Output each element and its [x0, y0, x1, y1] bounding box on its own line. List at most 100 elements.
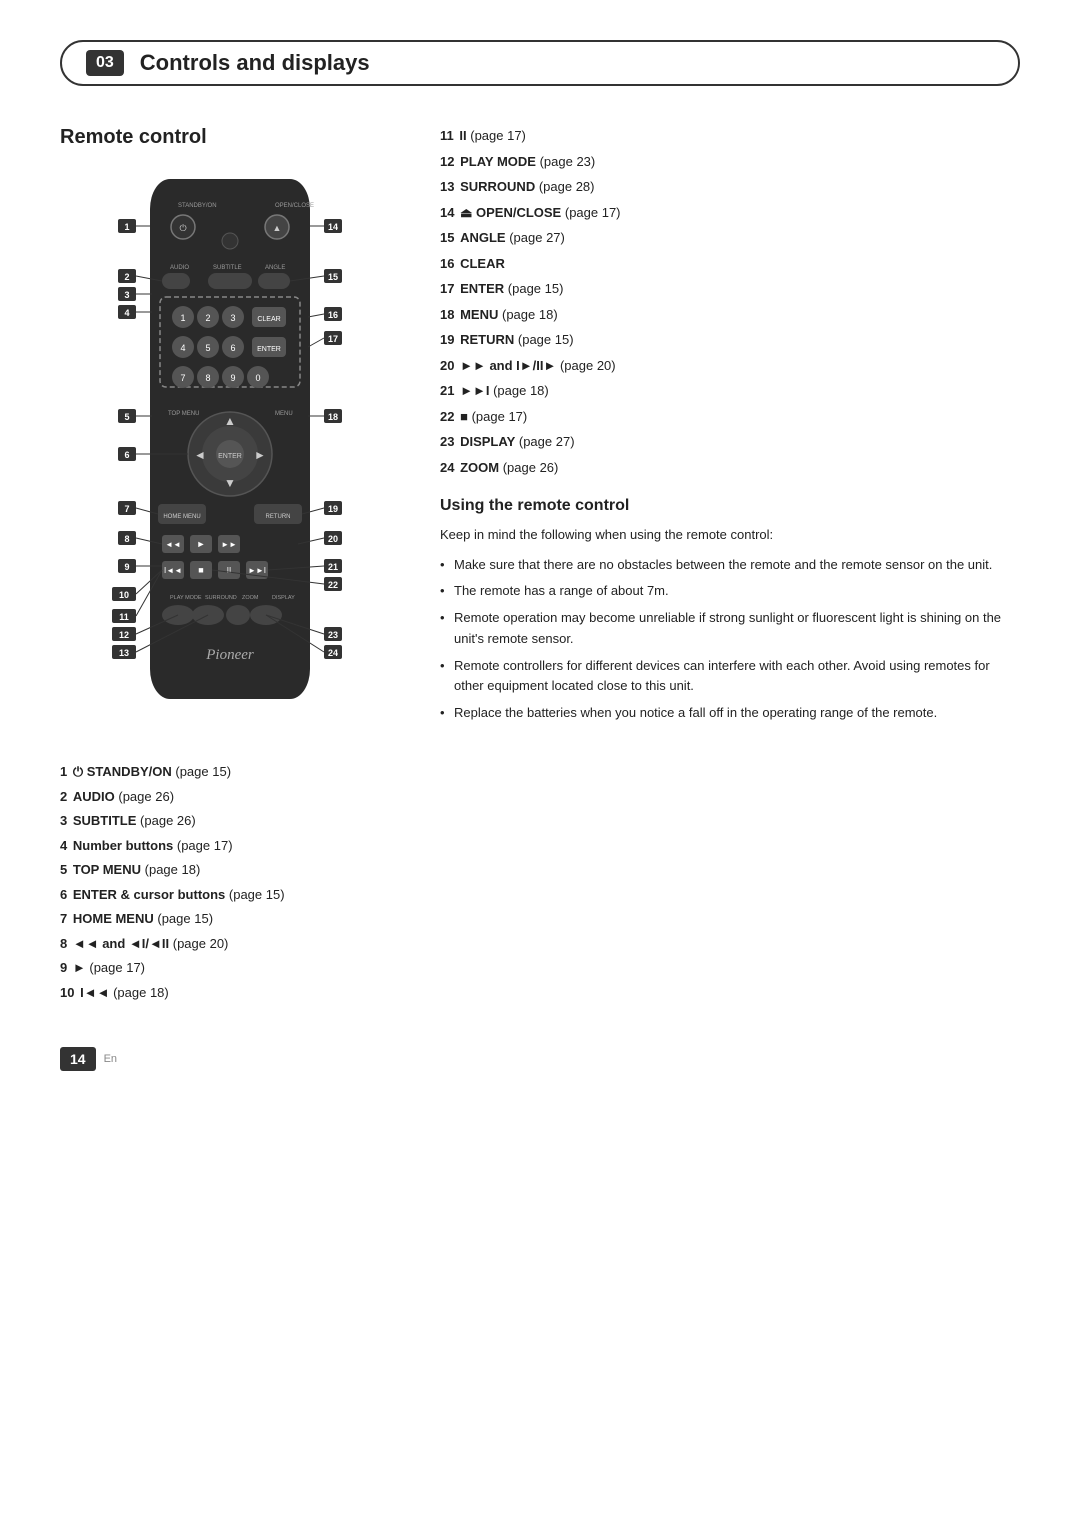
- svg-text:4: 4: [180, 343, 185, 353]
- svg-text:II: II: [227, 566, 231, 575]
- desc-item-9: 9 ► (page 17): [60, 958, 400, 978]
- svg-text:AUDIO: AUDIO: [170, 265, 189, 271]
- svg-text:6: 6: [230, 343, 235, 353]
- svg-text:4: 4: [124, 308, 129, 318]
- desc-item-3: 3 SUBTITLE (page 26): [60, 811, 400, 831]
- svg-text:8: 8: [124, 534, 129, 544]
- svg-text:9: 9: [124, 562, 129, 572]
- svg-text:TOP MENU: TOP MENU: [168, 411, 199, 417]
- svg-text:16: 16: [328, 310, 338, 320]
- main-content: Remote control STANDBY/ON OPEN/CLOSE ⏻: [60, 126, 1020, 1007]
- svg-text:◄◄: ◄◄: [165, 540, 181, 549]
- desc-item-4: 4 Number buttons (page 17): [60, 836, 400, 856]
- chapter-header: 03 Controls and displays: [60, 40, 1020, 86]
- svg-text:MENU: MENU: [275, 411, 293, 417]
- desc-item-8: 8 ◄◄ and ◄I/◄II (page 20): [60, 934, 400, 954]
- page-lang: En: [104, 1053, 117, 1065]
- svg-text:►: ►: [197, 539, 206, 549]
- svg-text:DISPLAY: DISPLAY: [272, 595, 295, 601]
- page-number: 14: [60, 1047, 96, 1071]
- right-item-21: 21 ►►I (page 18): [440, 381, 1020, 401]
- svg-text:◄: ◄: [194, 448, 206, 462]
- svg-text:19: 19: [328, 504, 338, 514]
- right-item-12: 12 PLAY MODE (page 23): [440, 152, 1020, 172]
- svg-text:▲: ▲: [273, 223, 282, 233]
- svg-text:21: 21: [328, 562, 338, 572]
- svg-text:▲: ▲: [224, 414, 236, 428]
- svg-text:ZOOM: ZOOM: [242, 595, 259, 601]
- svg-text:►►I: ►►I: [248, 566, 266, 575]
- right-item-11: 11 II (page 17): [440, 126, 1020, 146]
- svg-text:5: 5: [124, 412, 129, 422]
- right-item-23: 23 DISPLAY (page 27): [440, 432, 1020, 452]
- svg-text:SUBTITLE: SUBTITLE: [213, 265, 242, 271]
- desc-item-7: 7 HOME MENU (page 15): [60, 909, 400, 929]
- svg-text:1: 1: [180, 313, 185, 323]
- using-intro: Keep in mind the following when using th…: [440, 525, 1020, 545]
- chapter-title: Controls and displays: [140, 50, 370, 76]
- page-container: 03 Controls and displays Remote control …: [0, 0, 1080, 1131]
- bullet-list: Make sure that there are no obstacles be…: [440, 555, 1020, 725]
- svg-text:7: 7: [180, 373, 185, 383]
- right-item-17: 17 ENTER (page 15): [440, 279, 1020, 299]
- right-item-18: 18 MENU (page 18): [440, 305, 1020, 325]
- svg-text:13: 13: [119, 648, 129, 658]
- bullet-item-4: Remote controllers for different devices…: [440, 656, 1020, 698]
- bullet-item-3: Remote operation may become unreliable i…: [440, 608, 1020, 650]
- svg-text:OPEN/CLOSE: OPEN/CLOSE: [275, 203, 314, 209]
- svg-text:5: 5: [205, 343, 210, 353]
- svg-text:3: 3: [124, 290, 129, 300]
- svg-text:2: 2: [124, 272, 129, 282]
- svg-text:15: 15: [328, 272, 338, 282]
- svg-text:ANGLE: ANGLE: [265, 265, 285, 271]
- right-item-24: 24 ZOOM (page 26): [440, 458, 1020, 478]
- bullet-item-5: Replace the batteries when you notice a …: [440, 703, 1020, 724]
- svg-text:SURROUND: SURROUND: [205, 595, 237, 601]
- right-item-14: 14 ⏏ OPEN/CLOSE (page 17): [440, 203, 1020, 223]
- svg-text:1: 1: [124, 222, 129, 232]
- svg-text:2: 2: [205, 313, 210, 323]
- left-column: Remote control STANDBY/ON OPEN/CLOSE ⏻: [60, 126, 400, 1007]
- svg-text:14: 14: [328, 222, 338, 232]
- desc-item-1: 1 ⏻ STANDBY/ON (page 15): [60, 762, 400, 782]
- chapter-number: 03: [86, 50, 124, 76]
- svg-text:►: ►: [254, 448, 266, 462]
- using-section: Using the remote control Keep in mind th…: [440, 497, 1020, 724]
- svg-text:24: 24: [328, 648, 338, 658]
- svg-text:8: 8: [205, 373, 210, 383]
- svg-text:Pioneer: Pioneer: [205, 647, 254, 663]
- svg-text:►►: ►►: [221, 540, 237, 549]
- svg-text:10: 10: [119, 590, 129, 600]
- right-item-15: 15 ANGLE (page 27): [440, 228, 1020, 248]
- svg-text:17: 17: [328, 334, 338, 344]
- right-item-16: 16 CLEAR: [440, 254, 1020, 274]
- bullet-item-1: Make sure that there are no obstacles be…: [440, 555, 1020, 576]
- remote-svg: STANDBY/ON OPEN/CLOSE ⏻ ▲ AUDIO SUBTITL: [90, 169, 370, 739]
- svg-text:11: 11: [119, 612, 129, 622]
- right-desc-list: 11 II (page 17) 12 PLAY MODE (page 23) 1…: [440, 126, 1020, 477]
- desc-item-2: 2 AUDIO (page 26): [60, 787, 400, 807]
- desc-item-5: 5 TOP MENU (page 18): [60, 860, 400, 880]
- svg-text:7: 7: [124, 504, 129, 514]
- using-title: Using the remote control: [440, 497, 1020, 515]
- right-item-13: 13 SURROUND (page 28): [440, 177, 1020, 197]
- svg-text:0: 0: [255, 373, 260, 383]
- svg-text:9: 9: [230, 373, 235, 383]
- svg-text:HOME MENU: HOME MENU: [163, 514, 200, 520]
- svg-text:ENTER: ENTER: [218, 453, 242, 460]
- bullet-item-2: The remote has a range of about 7m.: [440, 581, 1020, 602]
- right-item-22: 22 ■ (page 17): [440, 407, 1020, 427]
- desc-item-6: 6 ENTER & cursor buttons (page 15): [60, 885, 400, 905]
- remote-illustration: STANDBY/ON OPEN/CLOSE ⏻ ▲ AUDIO SUBTITL: [90, 169, 370, 742]
- svg-text:STANDBY/ON: STANDBY/ON: [178, 203, 217, 209]
- svg-text:6: 6: [124, 450, 129, 460]
- right-column: 11 II (page 17) 12 PLAY MODE (page 23) 1…: [440, 126, 1020, 1007]
- svg-text:ENTER: ENTER: [257, 346, 281, 353]
- svg-text:■: ■: [198, 565, 203, 575]
- svg-text:20: 20: [328, 534, 338, 544]
- svg-text:RETURN: RETURN: [266, 514, 291, 520]
- left-desc-list: 1 ⏻ STANDBY/ON (page 15) 2 AUDIO (page 2…: [60, 762, 400, 1002]
- svg-text:23: 23: [328, 630, 338, 640]
- desc-item-10: 10 I◄◄ (page 18): [60, 983, 400, 1003]
- svg-text:18: 18: [328, 412, 338, 422]
